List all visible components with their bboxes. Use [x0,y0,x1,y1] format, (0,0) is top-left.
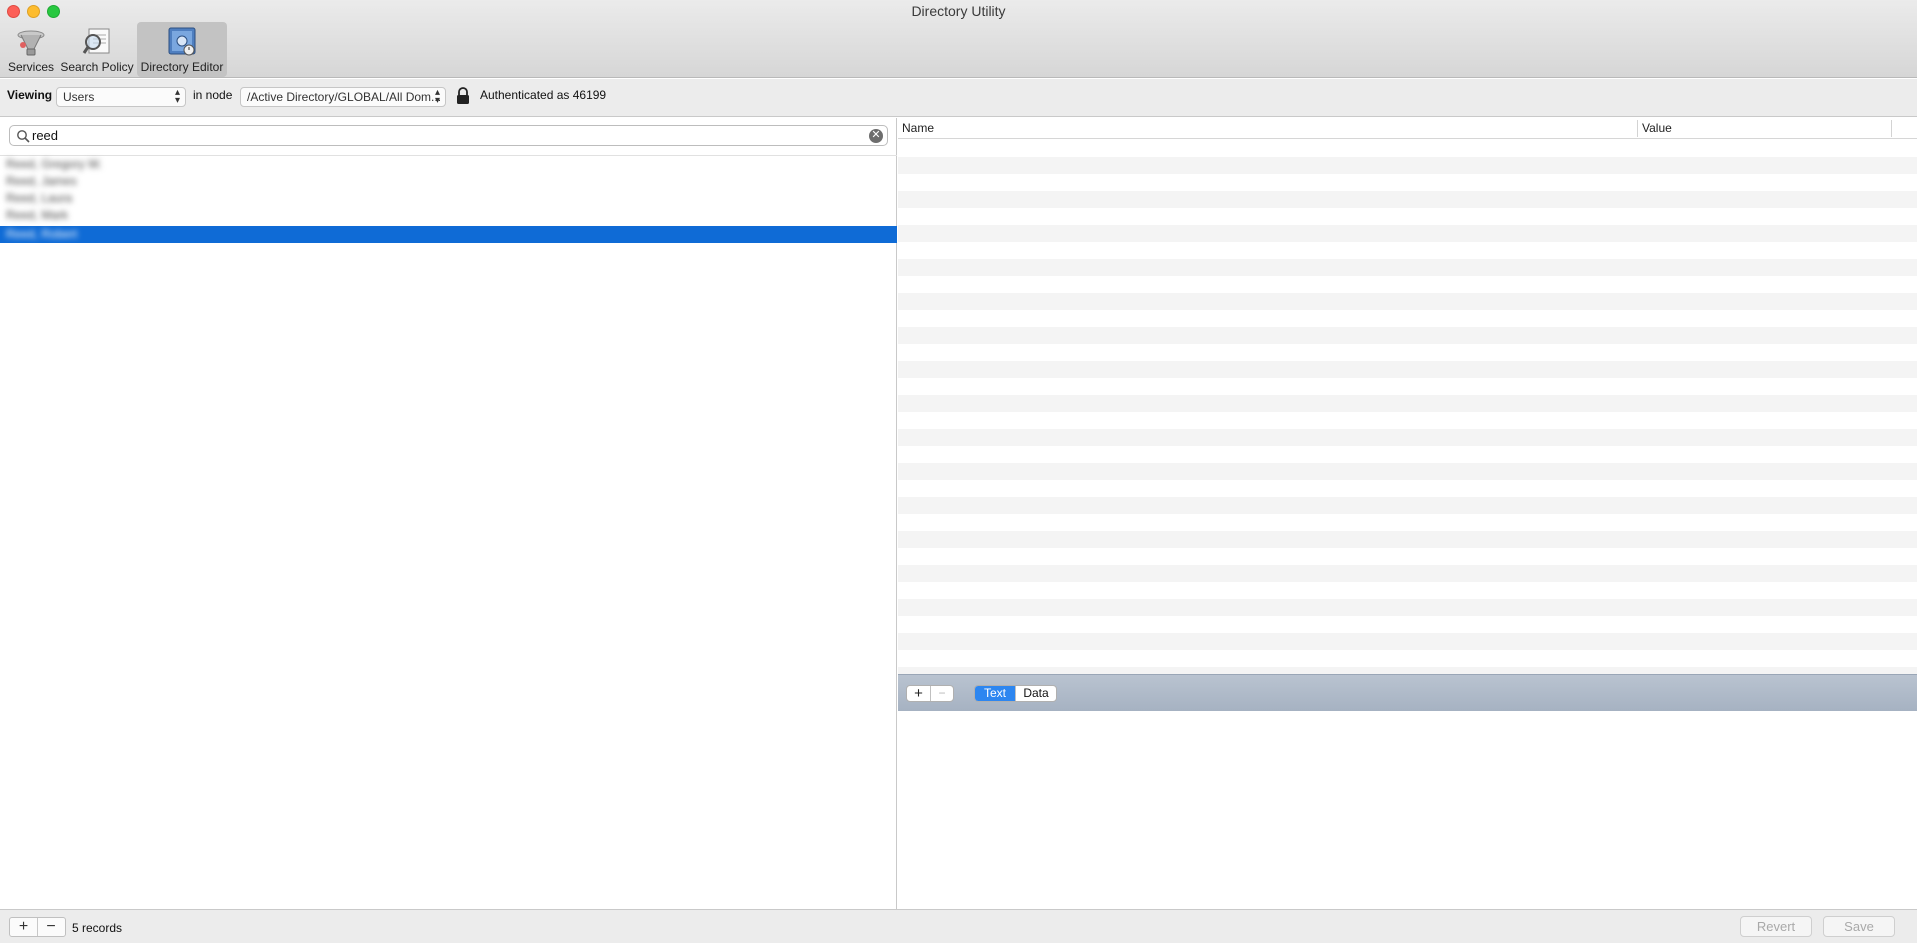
search-field[interactable]: ✕ [9,125,888,146]
column-divider[interactable] [1637,120,1638,137]
filter-bar: Viewing Users ▴ ▾ in node /Active Directo… [0,79,1917,117]
record-row[interactable]: Reed, James [0,173,897,190]
search-policy-icon [82,28,110,54]
remove-attribute-button[interactable]: − [930,686,953,701]
toolbar-search-policy-label: Search Policy [60,60,134,74]
add-attribute-button[interactable]: + [907,686,930,701]
directory-editor-icon [168,27,196,56]
data-mode-button[interactable]: Data [1015,686,1056,701]
column-divider[interactable] [1891,120,1892,137]
record-row[interactable]: Reed, Mark [0,207,897,224]
remove-record-button[interactable]: − [37,918,64,936]
record-list[interactable]: Reed, Gregory W. Reed, James Reed, Laura… [0,155,897,243]
node-value: /Active Directory/GLOBAL/All Dom... [247,90,442,104]
toolbar-search-policy[interactable]: Search Policy [59,22,135,77]
bottom-bar: + − 5 records Revert Save [0,909,1917,943]
attribute-add-remove: + − [906,685,954,702]
revert-button[interactable]: Revert [1740,916,1812,937]
lock-icon[interactable] [456,87,470,105]
value-format-segmented: Text Data [974,685,1057,702]
search-icon [17,130,30,143]
window-title: Directory Utility [911,3,1006,19]
value-detail-area[interactable] [898,712,1917,909]
record-name: Reed, Laura [6,191,73,205]
add-record-button[interactable]: + [10,918,37,936]
attribute-edit-bar: + − Text Data [898,674,1917,711]
records-pane: ✕ Reed, Gregory W. Reed, James Reed, Lau… [0,118,897,909]
column-header-value[interactable]: Value [1642,121,1672,135]
record-row[interactable]: Reed, Laura [0,190,897,207]
record-name: Reed, Robert [6,227,78,241]
record-type-value: Users [63,90,95,104]
record-name: Reed, James [6,174,77,188]
toolbar-directory-editor[interactable]: Directory Editor [137,22,227,77]
table-header: Name Value [898,118,1917,139]
record-type-popup[interactable]: Users ▴ ▾ [56,87,186,107]
toolbar-directory-editor-label: Directory Editor [140,60,224,74]
clear-search-icon[interactable]: ✕ [869,129,883,143]
auth-status: Authenticated as 46199 [480,88,607,102]
toolbar-services-label: Services [7,60,54,74]
save-button[interactable]: Save [1823,916,1895,937]
in-node-label: in node [193,88,233,102]
popup-arrows-icon: ▴ ▾ [174,87,180,106]
toolbar-services[interactable]: Services [5,22,57,77]
node-popup[interactable]: /Active Directory/GLOBAL/All Dom... ▴ ▾ [240,87,446,107]
table-body[interactable] [898,140,1917,674]
viewing-label: Viewing [7,88,53,102]
record-row[interactable]: Reed, Gregory W. [0,156,897,173]
record-add-remove: + − [9,917,66,937]
record-name: Reed, Gregory W. [6,157,103,171]
attribute-table[interactable]: Name Value [898,118,1917,674]
search-input[interactable] [32,128,852,143]
title-bar: Directory Utility Services Search Policy [0,0,1917,78]
column-header-name[interactable]: Name [902,121,934,135]
text-mode-button[interactable]: Text [975,686,1015,701]
services-icon [17,30,45,56]
record-name: Reed, Mark [6,208,69,222]
record-count: 5 records [72,921,123,935]
record-row-selected[interactable]: Reed, Robert [0,226,897,243]
popup-arrows-icon: ▴ ▾ [434,87,440,106]
